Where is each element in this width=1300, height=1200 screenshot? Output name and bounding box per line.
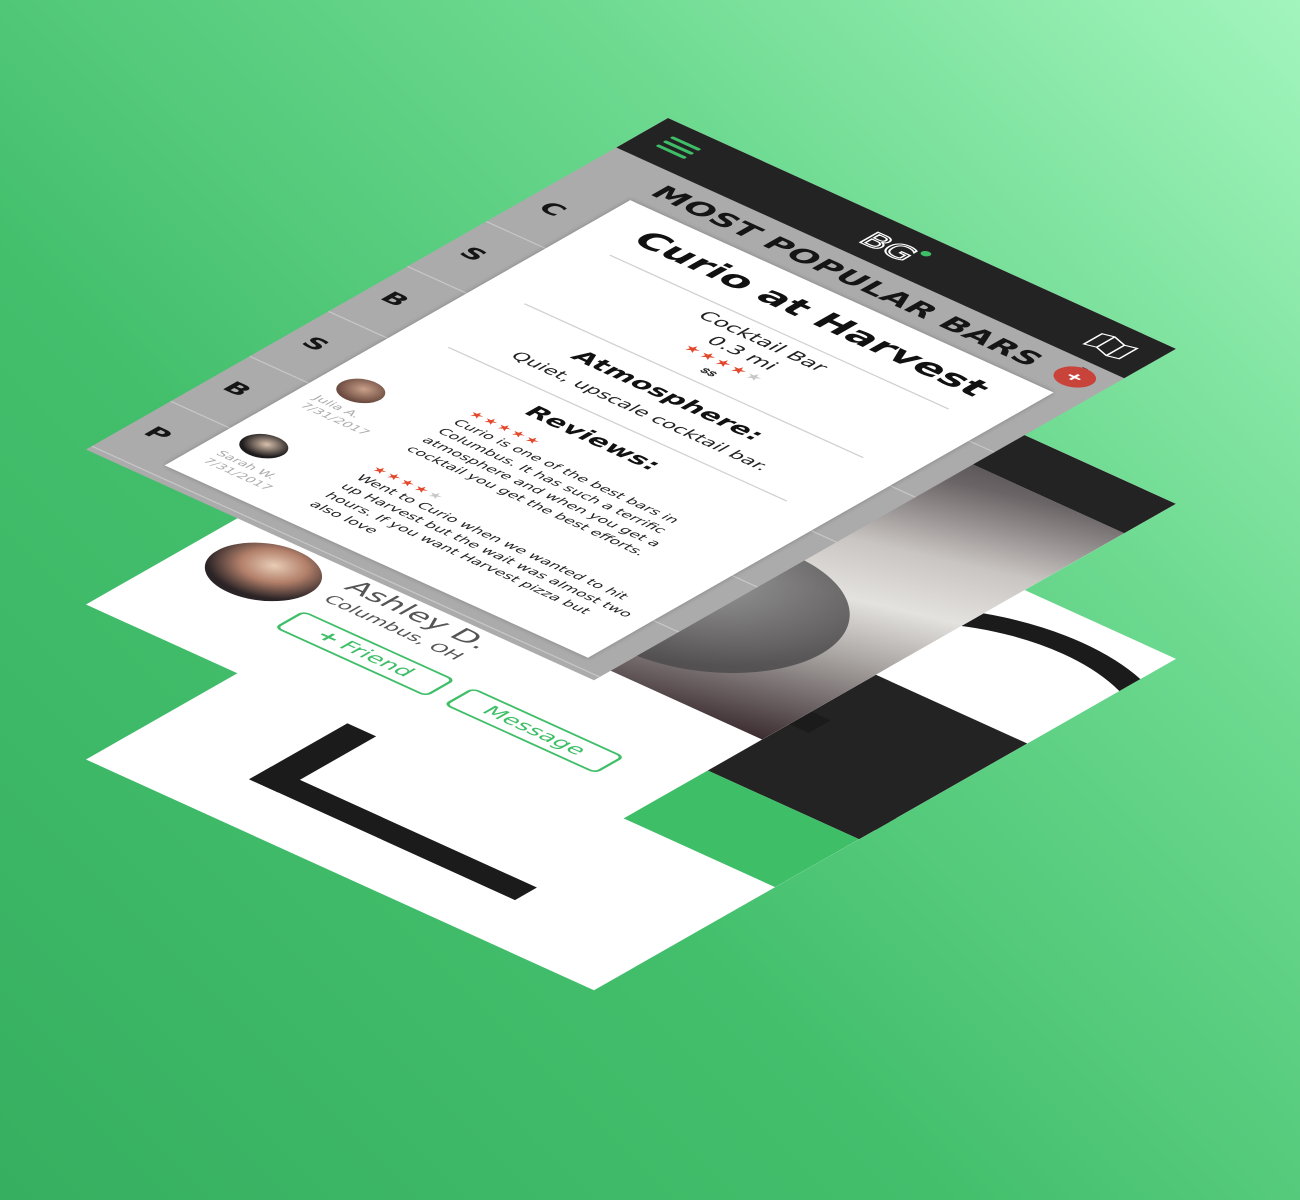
bar-row-letter: B xyxy=(215,378,258,401)
mockup-stage: Ashley D. Columbus, OH + Friend Message … xyxy=(0,0,1300,1200)
logo-text: BG xyxy=(851,228,927,266)
bar-row-letter: S xyxy=(294,333,336,355)
message-button[interactable]: Message xyxy=(443,687,626,774)
hamburger-menu-icon[interactable] xyxy=(653,136,702,160)
message-label: Message xyxy=(476,703,593,759)
bar-row-letter: C xyxy=(531,198,573,220)
add-friend-label: Friend xyxy=(333,638,421,680)
bar-row-letter: P xyxy=(136,423,179,445)
bar-row-letter: B xyxy=(373,288,416,311)
bar-row-letter: S xyxy=(452,243,494,265)
bg-logo-icon[interactable]: BG xyxy=(847,225,944,273)
open-map-icon[interactable] xyxy=(1078,329,1145,362)
